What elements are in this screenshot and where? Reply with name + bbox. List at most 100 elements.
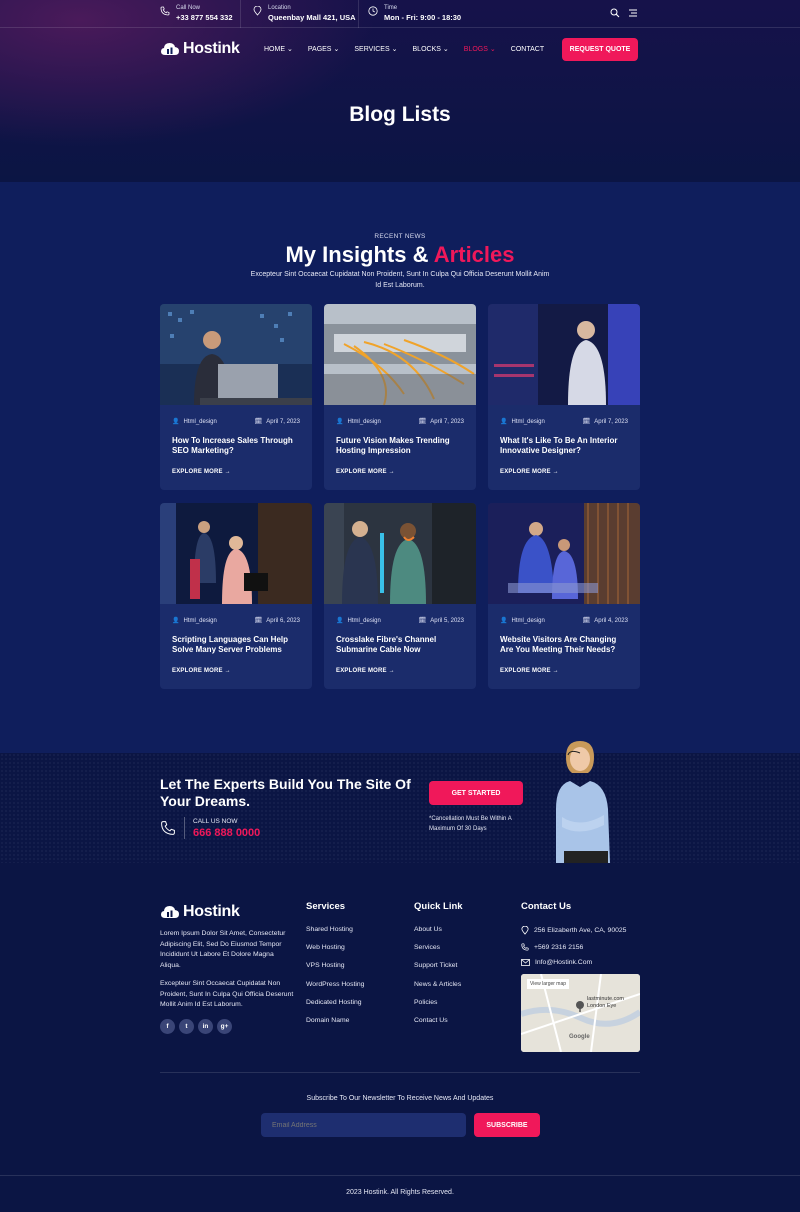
- phone-text: +569 2316 2156: [534, 943, 584, 951]
- page-header: Call Now +33 877 554 332 Location Queenbay…: [0, 0, 800, 182]
- user-icon: 👤: [500, 419, 508, 425]
- explore-more-link[interactable]: EXPLORE MORE →: [500, 668, 559, 674]
- contact-email[interactable]: Info@Hostink.Com: [521, 959, 640, 966]
- view-larger-map-link[interactable]: View larger map: [527, 979, 570, 989]
- post-title[interactable]: Website Visitors Are Changing Are You Me…: [500, 635, 630, 655]
- blog-card[interactable]: 👤 Html_design 🗓 April 4, 2023 Website Visit…: [488, 503, 640, 689]
- post-image[interactable]: [488, 304, 640, 405]
- request-quote-button[interactable]: REQUEST QUOTE: [562, 38, 638, 61]
- footer-about-text: Excepteur Sint Occaecat Cupidatat Non Pr…: [160, 980, 294, 1008]
- chevron-down-icon: ⌄: [489, 46, 496, 53]
- footer-link[interactable]: Domain Name: [306, 1017, 364, 1024]
- calendar-icon: 🗓: [582, 419, 591, 425]
- brand-name: Hostink: [183, 40, 240, 57]
- cta-banner: Let The Experts Build You The Site Of Yo…: [0, 741, 800, 863]
- brand-name: Hostink: [183, 903, 240, 920]
- post-title[interactable]: How To Increase Sales Through SEO Market…: [172, 436, 302, 456]
- blog-section: RECENT NEWS My Insights & Articles Excep…: [0, 182, 800, 753]
- post-title[interactable]: What It's Like To Be An Interior Innovat…: [500, 436, 630, 456]
- post-image[interactable]: [160, 503, 312, 604]
- post-date: April 7, 2023: [266, 418, 300, 425]
- contact-phone[interactable]: +569 2316 2156: [521, 943, 640, 951]
- post-author: Html_design: [511, 617, 545, 624]
- explore-more-link[interactable]: EXPLORE MORE →: [172, 469, 231, 475]
- user-icon: 👤: [336, 618, 344, 624]
- nav-label: CONTACT: [510, 45, 545, 53]
- time-label: Time: [384, 5, 398, 11]
- footer-link[interactable]: Policies: [414, 999, 463, 1006]
- footer-link[interactable]: Support Ticket: [414, 962, 463, 969]
- divider: [358, 0, 359, 28]
- phone-icon: [161, 821, 175, 835]
- nav-label: HOME: [264, 45, 285, 53]
- chevron-down-icon: ⌄: [442, 46, 449, 53]
- post-title[interactable]: Future Vision Makes Trending Hosting Imp…: [336, 436, 466, 456]
- post-image[interactable]: [160, 304, 312, 405]
- nav-services[interactable]: SERVICES ⌄: [354, 45, 397, 54]
- nav-blogs[interactable]: BLOGS ⌄: [464, 45, 496, 54]
- location-label: Location: [268, 5, 291, 11]
- address-text: 256 Elizaberth Ave, CA, 90025: [534, 927, 627, 934]
- blog-card[interactable]: 👤 Html_design 🗓 April 7, 2023 How To Increa…: [160, 304, 312, 490]
- post-image[interactable]: [324, 304, 476, 406]
- post-author: Html_design: [183, 418, 217, 425]
- explore-more-link[interactable]: EXPLORE MORE →: [500, 469, 559, 475]
- linkedin-icon[interactable]: in: [198, 1018, 213, 1034]
- top-bar: Call Now +33 877 554 332 Location Queenbay…: [0, 0, 800, 28]
- facebook-icon[interactable]: f: [160, 1018, 175, 1034]
- time-value: Mon - Fri: 9:00 - 18:30: [384, 13, 462, 22]
- post-image[interactable]: [488, 503, 640, 604]
- footer-link[interactable]: Shared Hosting: [306, 926, 364, 933]
- footer-link[interactable]: Dedicated Hosting: [306, 999, 364, 1006]
- explore-more-link[interactable]: EXPLORE MORE →: [336, 469, 395, 475]
- location-map[interactable]: View larger map lastminute.com London Ey…: [521, 974, 640, 1052]
- footer-services: Services Shared Hosting Web Hosting VPS …: [306, 901, 364, 1035]
- divider: [184, 817, 185, 839]
- post-image[interactable]: [324, 503, 476, 604]
- nav-pages[interactable]: PAGES ⌄: [308, 45, 339, 54]
- blog-card[interactable]: 👤 Html_design 🗓 April 5, 2023 Crosslake Fib…: [324, 503, 476, 689]
- footer-link[interactable]: About Us: [414, 926, 463, 933]
- blog-card[interactable]: 👤 Html_design 🗓 April 7, 2023 Future Vision…: [324, 304, 476, 490]
- footer-link[interactable]: WordPress Hosting: [306, 981, 364, 988]
- post-meta: 👤 Html_design 🗓 April 6, 2023: [172, 617, 300, 625]
- footer-heading: Contact Us: [521, 901, 572, 912]
- call-info[interactable]: Call Now +33 877 554 332: [160, 4, 233, 23]
- pin-icon: [253, 6, 262, 16]
- nav-label: SERVICES: [354, 45, 390, 53]
- footer-contact: Contact Us 256 Elizaberth Ave, CA, 90025…: [521, 901, 640, 1052]
- footer-link[interactable]: VPS Hosting: [306, 962, 364, 969]
- explore-more-link[interactable]: EXPLORE MORE →: [172, 668, 231, 674]
- subscribe-button[interactable]: SUBSCRIBE: [474, 1113, 540, 1137]
- post-title[interactable]: Crosslake Fibre's Channel Submarine Cabl…: [336, 635, 466, 655]
- twitter-icon[interactable]: t: [179, 1018, 194, 1034]
- footer-link[interactable]: Web Hosting: [306, 944, 364, 951]
- call-label: Call Now: [176, 5, 201, 11]
- user-icon: 👤: [336, 419, 344, 425]
- nav-contact[interactable]: CONTACT: [511, 45, 544, 53]
- logo[interactable]: Hostink: [160, 40, 240, 58]
- call-value: +33 877 554 332: [176, 13, 233, 22]
- footer-logo[interactable]: Hostink: [160, 903, 295, 921]
- footer-link[interactable]: Services: [414, 944, 463, 951]
- email-input[interactable]: [261, 1113, 466, 1137]
- post-meta: 👤 Html_design 🗓 April 7, 2023: [172, 418, 300, 426]
- calendar-icon: 🗓: [582, 618, 591, 624]
- blog-card[interactable]: 👤 Html_design 🗓 April 7, 2023 What It's Lik…: [488, 304, 640, 490]
- footer-link[interactable]: News & Articles: [414, 981, 463, 988]
- nav-blocks[interactable]: BLOCKS ⌄: [413, 45, 449, 54]
- blog-card[interactable]: 👤 Html_design 🗓 April 6, 2023 Scripting Lan…: [160, 503, 312, 689]
- google-plus-icon[interactable]: g+: [217, 1018, 232, 1034]
- get-started-button[interactable]: GET STARTED: [429, 781, 523, 805]
- nav-home[interactable]: HOME ⌄: [264, 45, 293, 54]
- menu-icon[interactable]: [628, 9, 638, 17]
- support-agent-image: [556, 741, 610, 863]
- footer-link[interactable]: Contact Us: [414, 1017, 463, 1024]
- call-us[interactable]: CALL US NOW 666 888 0000: [160, 817, 260, 839]
- post-title[interactable]: Scripting Languages Can Help Solve Many …: [172, 635, 302, 655]
- explore-more-link[interactable]: EXPLORE MORE →: [336, 668, 395, 674]
- main-nav: Hostink HOME ⌄ PAGES ⌄ SERVICES ⌄ BLOCKS ⌄ B…: [160, 38, 640, 62]
- divider: [240, 0, 241, 28]
- social-links: f t in g+: [160, 1018, 295, 1034]
- search-icon[interactable]: [610, 8, 620, 18]
